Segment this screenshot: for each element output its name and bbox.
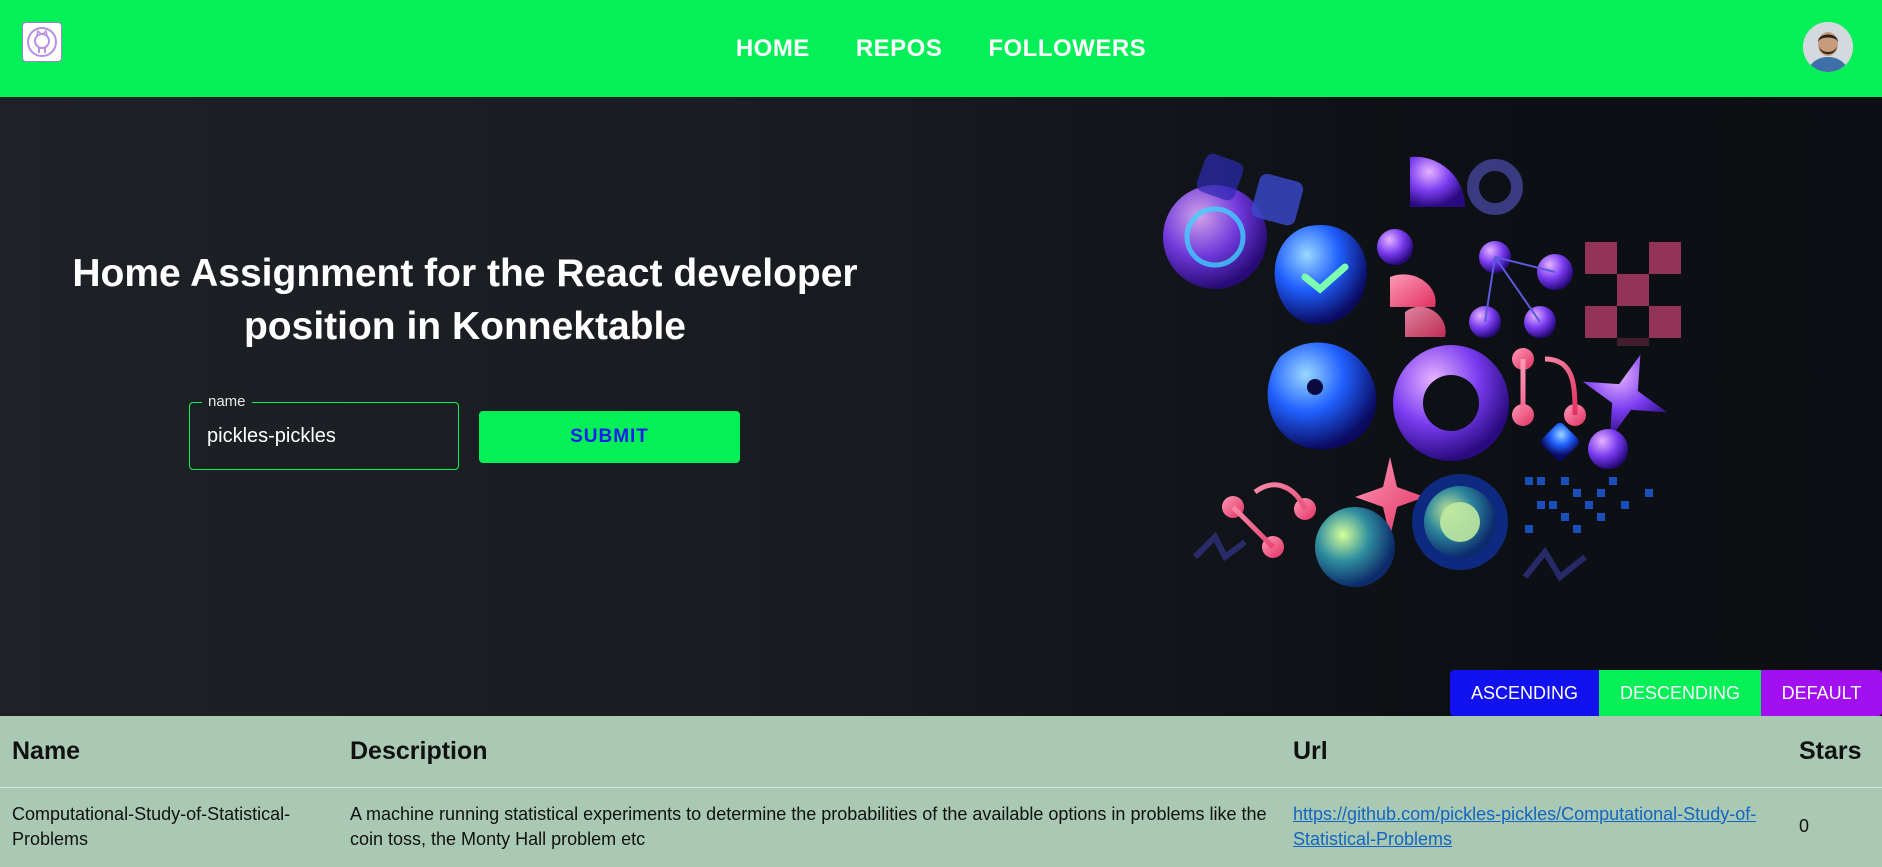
nav-home[interactable]: HOME [736,35,810,63]
sort-descending-button[interactable]: DESCENDING [1599,670,1761,716]
table-header-row: Name Description Url Stars [0,716,1882,788]
repo-description: A machine running statistical experiment… [350,803,1267,849]
name-field-label: name [202,393,252,410]
header-stars[interactable]: Stars [1787,716,1882,788]
repo-name: Computational-Study-of-Statistical-Probl… [12,803,291,849]
repo-url-link[interactable]: https://github.com/pickles-pickles/Compu… [1293,804,1756,849]
nav-followers[interactable]: FOLLOWERS [988,35,1146,63]
submit-button[interactable]: SUBMIT [479,411,740,463]
github-illustration-icon [1163,153,1681,587]
table-row: Computational-Study-of-Statistical-Probl… [0,787,1882,866]
navbar: HOME REPOS FOLLOWERS [0,0,1882,97]
header-url[interactable]: Url [1281,716,1787,788]
name-input[interactable] [207,425,447,448]
nav-links: HOME REPOS FOLLOWERS [0,0,1882,97]
repo-url-cell: https://github.com/pickles-pickles/Compu… [1281,787,1787,866]
header-description[interactable]: Description [338,716,1281,788]
repo-stars: 0 [1799,816,1810,836]
header-name[interactable]: Name [0,716,338,788]
hero-section: Home Assignment for the React developer … [0,97,1882,716]
sort-buttons: ASCENDING DESCENDING DEFAULT [1450,670,1882,716]
name-field: name [189,393,459,470]
page-title: Home Assignment for the React developer … [72,252,858,348]
sort-ascending-button[interactable]: ASCENDING [1450,670,1599,716]
repos-table: Name Description Url Stars Computational… [0,716,1882,867]
sort-default-button[interactable]: DEFAULT [1761,670,1882,716]
nav-repos[interactable]: REPOS [856,35,943,63]
avatar[interactable] [1803,22,1853,72]
